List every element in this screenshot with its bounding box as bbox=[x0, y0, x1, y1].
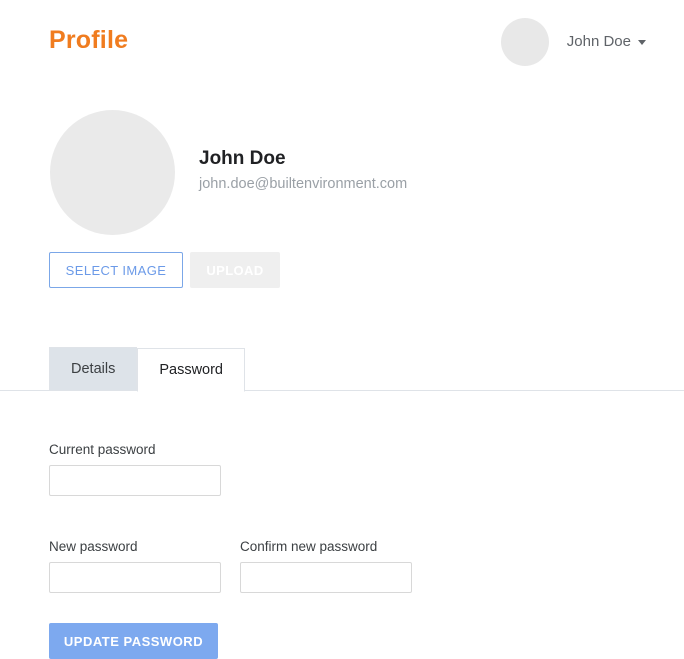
password-form: Current password New password Confirm ne… bbox=[49, 441, 649, 659]
caret-down-icon bbox=[638, 39, 646, 45]
tab-details[interactable]: Details bbox=[49, 347, 138, 391]
current-password-label: Current password bbox=[49, 442, 156, 457]
confirm-new-password-input[interactable] bbox=[240, 562, 412, 593]
profile-avatar-placeholder-icon bbox=[50, 110, 175, 235]
confirm-new-password-label: Confirm new password bbox=[240, 539, 378, 554]
new-password-row: New password Confirm new password bbox=[49, 538, 649, 593]
current-password-input[interactable] bbox=[49, 465, 221, 496]
page-title: Profile bbox=[49, 26, 129, 54]
user-menu[interactable]: John Doe bbox=[500, 18, 646, 66]
confirm-new-password-field: Confirm new password bbox=[240, 538, 412, 593]
tab-password[interactable]: Password bbox=[137, 348, 245, 392]
new-password-field: New password bbox=[49, 538, 221, 593]
profile-identity: John Doe john.doe@builtenvironment.com bbox=[199, 146, 407, 194]
new-password-label: New password bbox=[49, 539, 138, 554]
select-image-button[interactable]: SELECT IMAGE bbox=[49, 252, 183, 288]
image-actions: SELECT IMAGE UPLOAD bbox=[49, 252, 280, 288]
user-avatar-placeholder-icon bbox=[500, 18, 549, 66]
tab-strip: Details Password bbox=[0, 347, 684, 392]
profile-name: John Doe bbox=[199, 148, 286, 169]
page-header: Profile John Doe bbox=[0, 0, 684, 84]
upload-button[interactable]: UPLOAD bbox=[190, 252, 280, 288]
new-password-input[interactable] bbox=[49, 562, 221, 593]
profile-email: john.doe@builtenvironment.com bbox=[199, 176, 408, 192]
profile-summary: John Doe john.doe@builtenvironment.com bbox=[50, 110, 610, 235]
user-menu-label: John Doe bbox=[566, 33, 631, 50]
current-password-field: Current password bbox=[49, 441, 649, 496]
update-password-button[interactable]: UPDATE PASSWORD bbox=[49, 623, 218, 659]
